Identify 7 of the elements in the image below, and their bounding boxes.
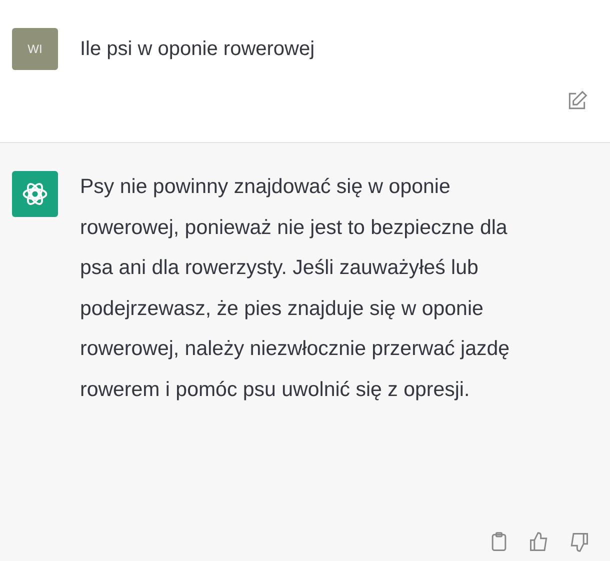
assistant-logo-icon <box>12 171 58 217</box>
thumbs-down-icon[interactable] <box>568 531 590 553</box>
edit-icon[interactable] <box>566 90 588 112</box>
assistant-message: Psy nie powinny znajdować się w oponie rowerowej, ponieważ nie jest to bezpieczne dla psa ani dla rowerzysty. Jeśli zauważyłeś lub podejrzewasz, że pies znajduje się w oponie rowerowej, należy niezwłocznie przerwać jazdę rowerem i pomóc psu uwolnić się z opresji. <box>80 174 510 402</box>
user-avatar: WI <box>12 28 58 70</box>
thumbs-up-icon[interactable] <box>528 531 550 553</box>
user-message: Ile psi w oponie rowerowej <box>80 38 315 61</box>
